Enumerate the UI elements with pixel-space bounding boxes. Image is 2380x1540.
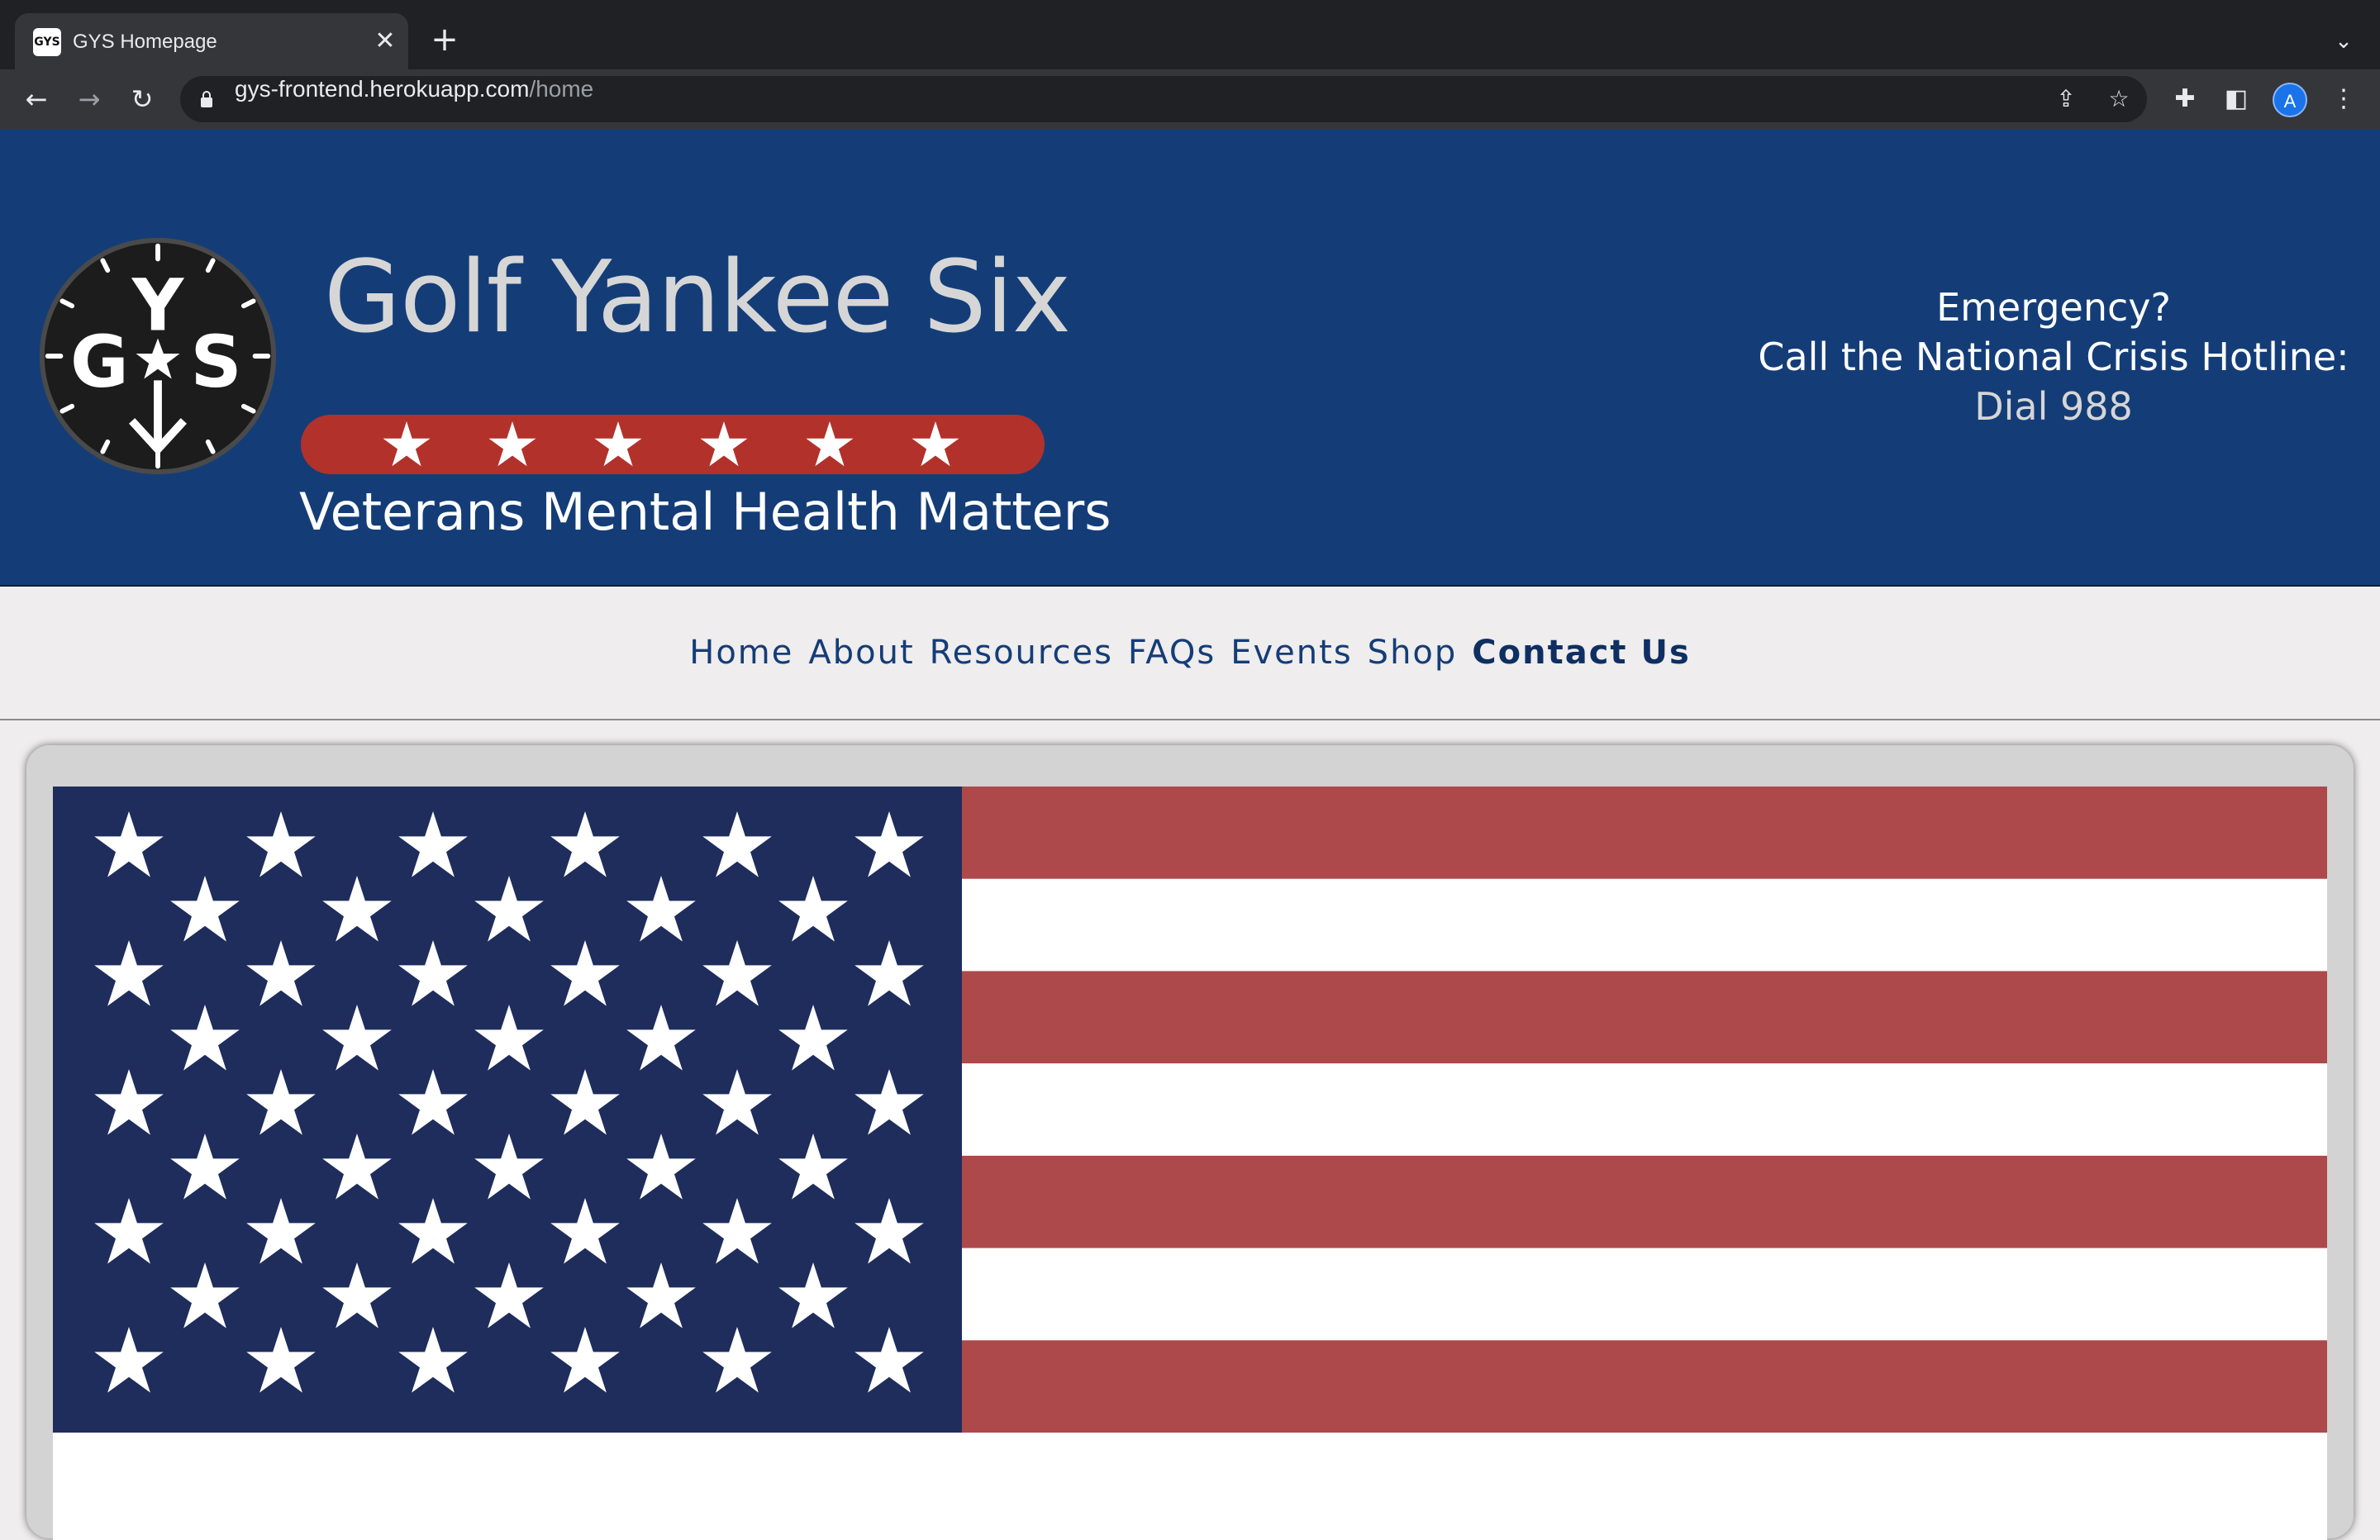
gys-favicon-icon: GYS: [33, 28, 61, 56]
star-bar-star: [488, 421, 536, 467]
url-text: gys-frontend.herokuapp.com/home: [235, 76, 593, 102]
hero-card: [26, 745, 2354, 1540]
star-bar-star: [912, 421, 959, 467]
browser-toolbar: ← → ↻ gys-frontend.herokuapp.com/home ⇪ …: [0, 69, 2380, 129]
site-title: Golf Yankee Six: [324, 240, 1071, 355]
hero-card-content: [53, 1433, 2327, 1540]
nav-faqs[interactable]: FAQs: [1128, 628, 1216, 677]
tab-title: GYS Homepage: [73, 31, 217, 53]
address-bar[interactable]: gys-frontend.herokuapp.com/home ⇪ ☆: [180, 76, 2147, 122]
back-icon[interactable]: ←: [18, 81, 55, 117]
star-bar-star: [700, 421, 748, 467]
main-nav: Home About Resources FAQs Events Shop Co…: [0, 587, 2380, 720]
new-tab-icon[interactable]: +: [428, 23, 461, 56]
nav-events[interactable]: Events: [1230, 628, 1352, 677]
close-tab-icon[interactable]: ✕: [370, 26, 400, 56]
crisis-line-call: Call the National Crisis Hotline:: [1758, 335, 2349, 379]
crisis-hotline-notice: Emergency? Call the National Crisis Hotl…: [1744, 283, 2363, 431]
nav-about[interactable]: About: [808, 628, 914, 677]
share-icon[interactable]: ⇪: [2049, 83, 2082, 116]
browser-menu-icon[interactable]: ⋮: [2325, 81, 2362, 117]
american-flag-image: [53, 787, 2327, 1433]
nav-contact-us[interactable]: Contact Us: [1472, 628, 1690, 677]
extensions-puzzle-icon[interactable]: ✚: [2167, 81, 2203, 117]
svg-text:S: S: [191, 321, 242, 404]
bookmark-star-icon[interactable]: ☆: [2102, 83, 2135, 116]
browser-tab[interactable]: GYS GYS Homepage ✕: [15, 13, 408, 69]
nav-home[interactable]: Home: [689, 628, 793, 677]
tagline: Veterans Mental Health Matters: [299, 482, 1111, 542]
url-domain: gys-frontend.herokuapp.com: [235, 76, 530, 102]
lock-icon: [201, 91, 212, 107]
crisis-line-emergency: Emergency?: [1936, 285, 2171, 330]
crisis-line-dial: Dial 988: [1974, 384, 2133, 429]
tab-search-chevron-icon[interactable]: ⌄: [2327, 25, 2360, 58]
forward-icon[interactable]: →: [71, 81, 107, 117]
browser-tab-strip: GYS GYS Homepage ✕ + ⌄: [0, 0, 2380, 69]
gys-clock-logo-icon[interactable]: Y G S: [36, 235, 279, 478]
star-bar-star: [806, 421, 854, 467]
nav-resources[interactable]: Resources: [930, 628, 1113, 677]
star-bar-star: [594, 421, 642, 467]
svg-text:Y: Y: [131, 265, 185, 348]
star-bar-star: [383, 421, 431, 467]
profile-avatar[interactable]: A: [2273, 83, 2307, 117]
nav-shop[interactable]: Shop: [1368, 628, 1458, 677]
svg-text:G: G: [70, 321, 129, 404]
url-path: /home: [529, 76, 594, 102]
site-header: Y G S Golf Yankee Six Veterans Mental He…: [0, 129, 2380, 587]
star-bar: [301, 415, 1045, 474]
reload-icon[interactable]: ↻: [124, 81, 160, 117]
side-panel-icon[interactable]: ◧: [2218, 81, 2254, 117]
